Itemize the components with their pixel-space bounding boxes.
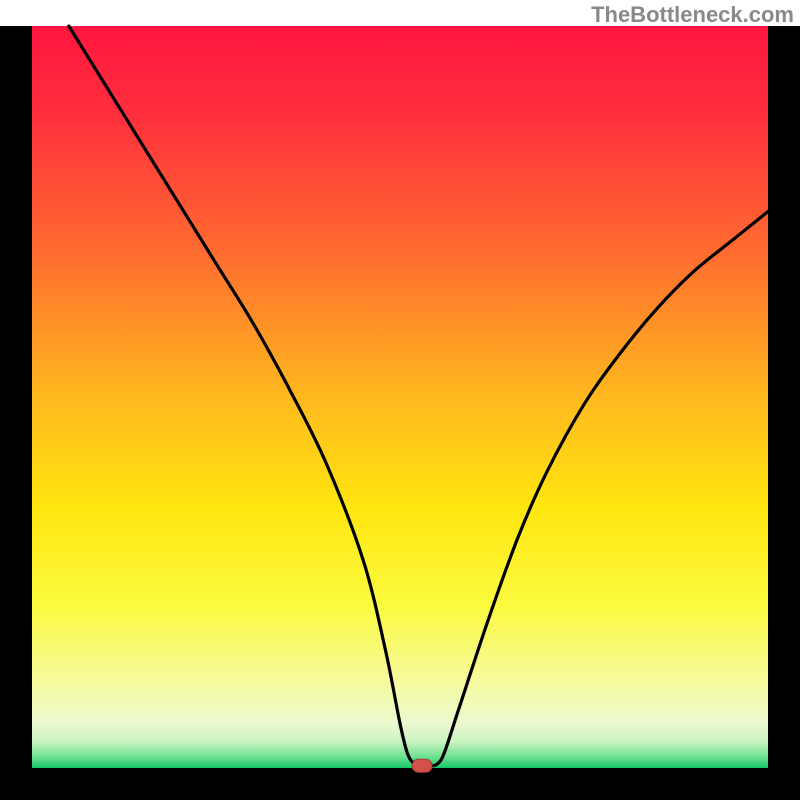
bottleneck-chart	[0, 0, 800, 800]
watermark-text: TheBottleneck.com	[591, 2, 794, 28]
chart-container: TheBottleneck.com	[0, 0, 800, 800]
bottleneck-marker	[412, 759, 432, 772]
